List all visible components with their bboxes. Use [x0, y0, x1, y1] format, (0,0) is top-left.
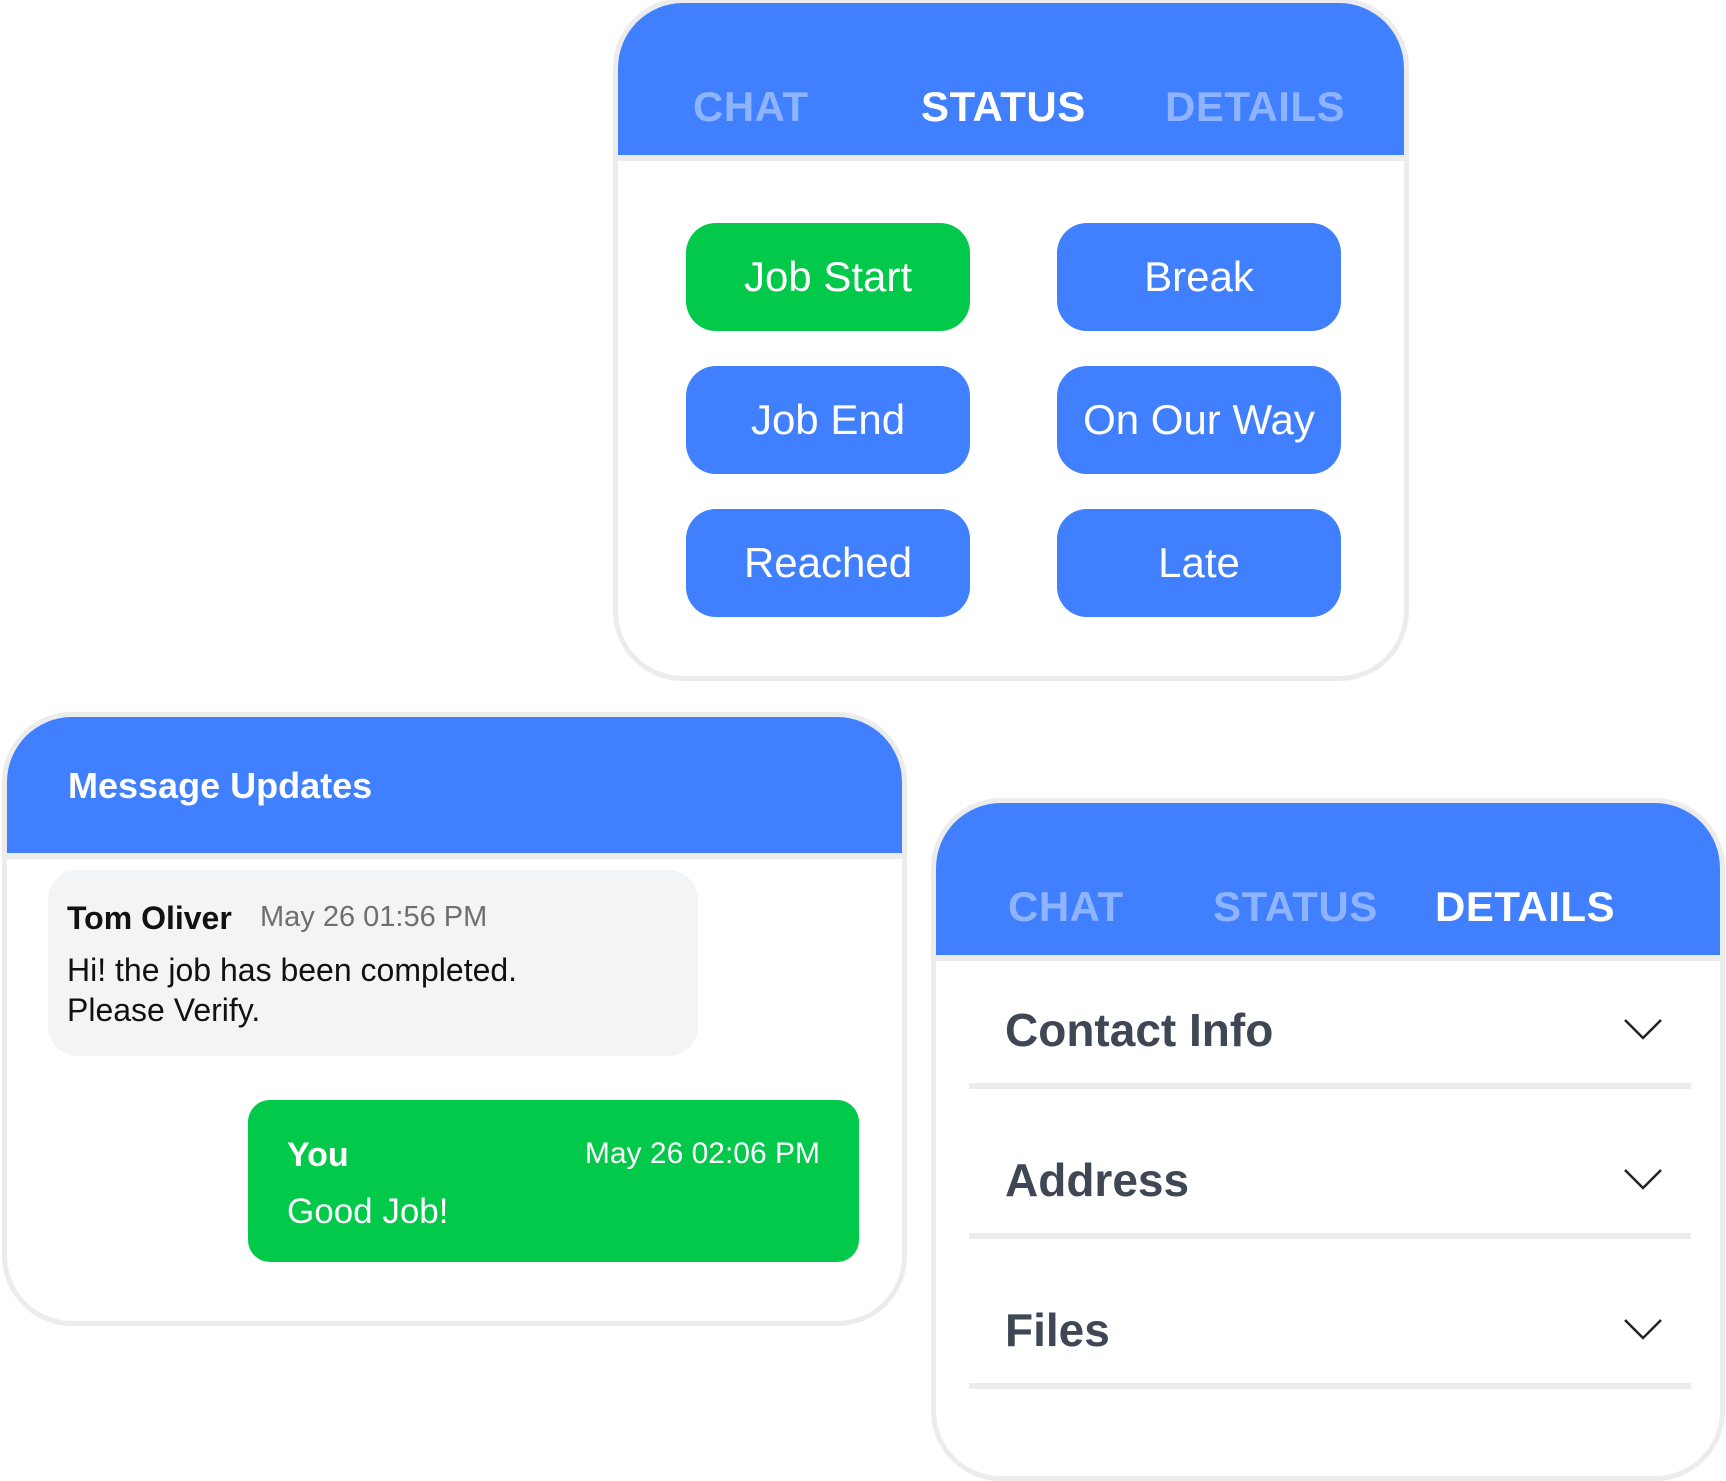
details-card: CHAT STATUS DETAILS Contact Info Address… — [931, 798, 1725, 1481]
tab-details[interactable]: DETAILS — [1435, 877, 1615, 937]
chevron-down-icon[interactable] — [1623, 1018, 1663, 1040]
incoming-message-line-1: Hi! the job has been completed. — [67, 952, 518, 988]
chevron-down-icon[interactable] — [1623, 1168, 1663, 1190]
tab-chat[interactable]: CHAT — [693, 77, 809, 137]
contact-info-label: Contact Info — [1005, 1004, 1274, 1056]
outgoing-message: You May 26 02:06 PM Good Job! — [248, 1100, 859, 1262]
files-label: Files — [1005, 1304, 1110, 1356]
tab-details[interactable]: DETAILS — [1165, 77, 1345, 137]
tab-bar: CHAT STATUS DETAILS — [936, 877, 1720, 937]
message-updates-title: Message Updates — [68, 765, 373, 806]
chevron-down-icon[interactable] — [1623, 1318, 1663, 1340]
tab-chat[interactable]: CHAT — [1008, 877, 1124, 937]
incoming-message-line-2: Please Verify. — [67, 992, 261, 1028]
reached-button[interactable]: Reached — [686, 509, 970, 617]
status-card-header: CHAT STATUS DETAILS — [618, 3, 1404, 161]
job-start-button[interactable]: Job Start — [686, 223, 970, 331]
tab-status[interactable]: STATUS — [921, 77, 1086, 137]
on-our-way-button[interactable]: On Our Way — [1057, 366, 1341, 474]
outgoing-sender: You — [287, 1136, 349, 1174]
tab-status[interactable]: STATUS — [1213, 877, 1378, 937]
incoming-message-text: Hi! the job has been completed. Please V… — [67, 950, 667, 1030]
outgoing-message-text: Good Job! — [287, 1192, 449, 1231]
job-end-button[interactable]: Job End — [686, 366, 970, 474]
message-card-header: Message Updates — [7, 717, 902, 859]
incoming-sender: Tom Oliver — [67, 900, 232, 936]
break-button[interactable]: Break — [1057, 223, 1341, 331]
message-updates-card: Message Updates Tom Oliver May 26 01:56 … — [2, 712, 907, 1326]
address-label: Address — [1005, 1154, 1190, 1206]
late-button[interactable]: Late — [1057, 509, 1341, 617]
tab-bar: CHAT STATUS DETAILS — [618, 77, 1404, 137]
accordion-address[interactable]: Address — [969, 1113, 1691, 1239]
accordion-contact-info[interactable]: Contact Info — [969, 963, 1691, 1089]
accordion-files[interactable]: Files — [969, 1263, 1691, 1389]
details-card-header: CHAT STATUS DETAILS — [936, 803, 1720, 961]
outgoing-timestamp: May 26 02:06 PM — [584, 1137, 820, 1170]
status-card: CHAT STATUS DETAILS Job Start Break Job … — [613, 0, 1409, 681]
incoming-timestamp: May 26 01:56 PM — [260, 901, 488, 933]
incoming-message: Tom Oliver May 26 01:56 PM Hi! the job h… — [48, 870, 698, 1056]
